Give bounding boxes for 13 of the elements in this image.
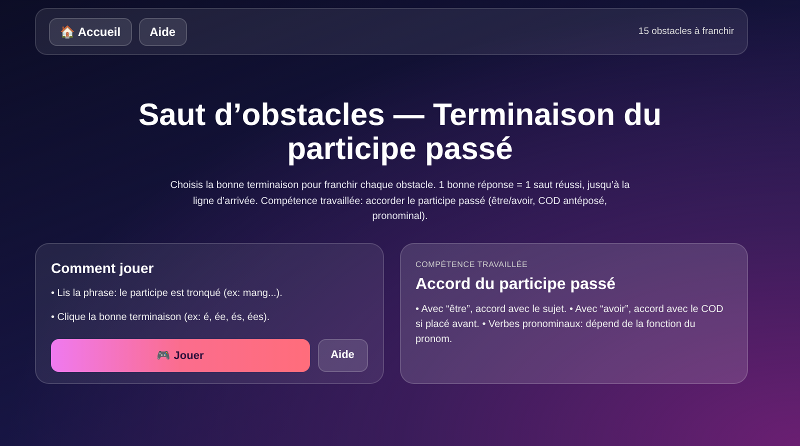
nav-button[interactable]: Aide [138,18,187,46]
rule-text: • Avec “être”, accord avec le sujet. • Avec “avoir”, accord avec le COD si placé avant. • Verbes pronominaux: dépend de la fonction du pronom. [416,302,724,347]
card-title: Accord du participe passé [416,276,617,294]
obstacle-count: 15 obstacles à franchir [638,26,734,37]
nav-button[interactable]: 🏠 Accueil [49,18,132,46]
section-label: COMPÉTENCE TRAVAILLÉE [416,260,529,269]
instruction-text: • Lis la phrase: le participe est tronqué (ex: mang...). [51,286,284,301]
play-button[interactable]: 🎮 Jouer [51,338,310,372]
card-title: Comment jouer [51,260,155,276]
page-title: Saut d’obstacles — Terminaison du participe passé [137,98,663,166]
help-button[interactable]: Aide [318,338,368,372]
instruction-text: • Clique la bonne terminaison (ex: é, ée, és, ées). [51,310,271,325]
intro-text: Choisis la bonne terminaison pour franchir chaque obstacle. 1 bonne réponse = 1 saut réussi, jusqu’à la ligne d’arrivée. Compétence travaillée: accorder le participe passé (être/avoir, COD antéposé, pronominal). [170,179,630,224]
